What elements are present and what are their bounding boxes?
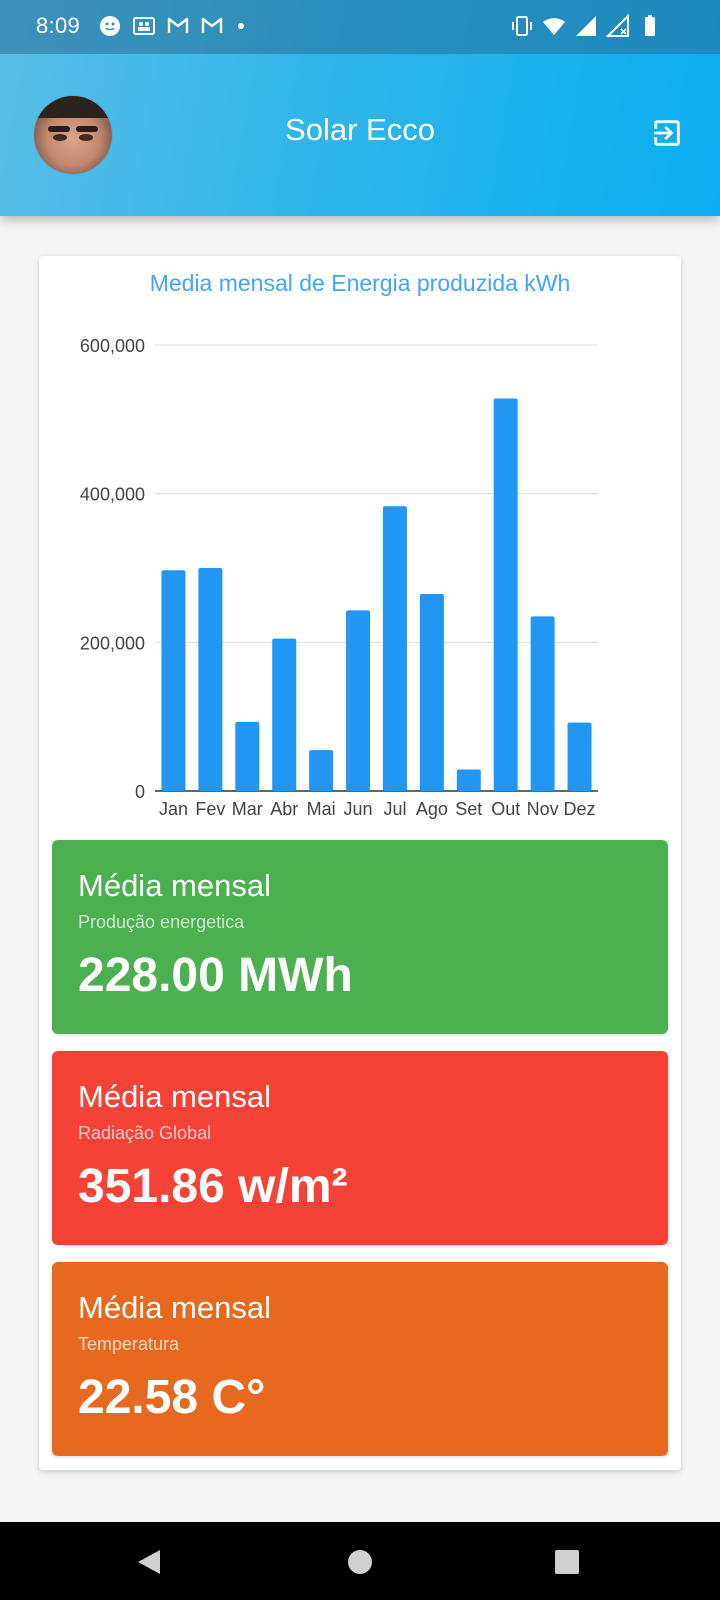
back-icon[interactable] bbox=[136, 1548, 162, 1576]
recents-icon[interactable] bbox=[555, 1550, 579, 1574]
bar-mai[interactable] bbox=[309, 750, 334, 791]
status-bar: 8:09 bbox=[0, 0, 720, 54]
y-tick-label: 200,000 bbox=[80, 633, 145, 653]
app-title: Solar Ecco bbox=[285, 112, 435, 147]
x-tick-label: Jan bbox=[159, 799, 188, 819]
stat-value: 228.00 MWh bbox=[78, 949, 353, 1002]
stat-card-energy[interactable]: Média mensal Produção energetica 228.00 … bbox=[52, 840, 668, 1034]
wifi-icon bbox=[543, 18, 565, 35]
x-tick-label: Fev bbox=[195, 799, 225, 819]
bar-jan[interactable] bbox=[161, 570, 186, 791]
stat-card-temperature[interactable]: Média mensal Temperatura 22.58 C° bbox=[52, 1262, 668, 1456]
gmail-icon bbox=[201, 17, 223, 33]
vibrate-icon bbox=[512, 16, 532, 36]
stat-label: Média mensal bbox=[78, 1290, 271, 1325]
stat-subtitle: Temperatura bbox=[78, 1334, 180, 1354]
bar-nov[interactable] bbox=[530, 616, 555, 791]
x-tick-label: Jul bbox=[383, 799, 406, 819]
logout-icon[interactable] bbox=[650, 116, 684, 150]
status-time: 8:09 bbox=[36, 13, 81, 38]
bar-jul[interactable] bbox=[382, 506, 407, 791]
battery-icon bbox=[645, 15, 655, 36]
energy-bar-chart: 0 200,000 400,000 600,000 Jan Fev Mar Abr Mai Jun… bbox=[80, 336, 598, 819]
app-bar: Solar Ecco bbox=[0, 54, 720, 216]
bar-ago[interactable] bbox=[419, 594, 444, 791]
x-tick-label: Mar bbox=[232, 799, 263, 819]
x-tick-label: Jun bbox=[344, 799, 373, 819]
x-tick-label: Set bbox=[455, 799, 482, 819]
y-tick-label: 400,000 bbox=[80, 485, 145, 505]
stat-subtitle: Radiação Global bbox=[78, 1123, 212, 1143]
stat-value: 351.86 w/m² bbox=[78, 1160, 348, 1213]
bar-mar[interactable] bbox=[235, 721, 260, 791]
header: 8:09 Solar Ecco bbox=[0, 0, 720, 216]
bar-out[interactable] bbox=[493, 398, 518, 791]
face-icon bbox=[100, 16, 120, 36]
stat-label: Média mensal bbox=[78, 868, 271, 903]
x-tick-label: Mai bbox=[307, 799, 336, 819]
signal-icon bbox=[576, 16, 596, 36]
gmail-icon bbox=[167, 17, 189, 33]
stat-label: Média mensal bbox=[78, 1079, 271, 1114]
x-tick-label: Abr bbox=[270, 799, 298, 819]
bar-set[interactable] bbox=[456, 769, 481, 791]
x-tick-label: Out bbox=[491, 799, 520, 819]
signal-x-icon bbox=[606, 14, 629, 37]
x-tick-label: Dez bbox=[564, 799, 596, 819]
bar-dez[interactable] bbox=[567, 722, 592, 791]
status-system-icons bbox=[510, 14, 662, 38]
navigation-bar bbox=[0, 1522, 720, 1600]
dot-icon bbox=[238, 23, 244, 29]
x-tick-label: Ago bbox=[416, 799, 448, 819]
y-tick-label: 0 bbox=[135, 782, 145, 802]
y-tick-label: 600,000 bbox=[80, 336, 145, 356]
home-icon[interactable] bbox=[348, 1550, 372, 1574]
dashboard-card: Media mensal de Energia produzida kWh 02… bbox=[39, 256, 681, 1470]
bar-jun[interactable] bbox=[346, 610, 371, 791]
teams-icon bbox=[133, 17, 155, 35]
stat-value: 22.58 C° bbox=[78, 1371, 266, 1424]
bar-fev[interactable] bbox=[198, 568, 223, 791]
bar-abr[interactable] bbox=[272, 638, 297, 791]
stat-subtitle: Produção energetica bbox=[78, 912, 245, 932]
x-tick-label: Nov bbox=[527, 799, 559, 819]
status-notification-icons bbox=[98, 14, 244, 38]
stat-card-radiation[interactable]: Média mensal Radiação Global 351.86 w/m² bbox=[52, 1051, 668, 1245]
